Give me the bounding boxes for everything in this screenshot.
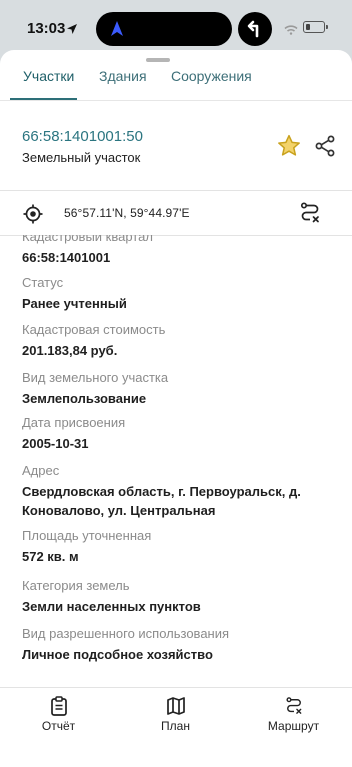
field-area: Площадь уточненная 572 кв. м [22,528,342,566]
status-time: 13:03 [27,20,66,37]
field-label: Категория земель [22,578,130,593]
tab-buildings[interactable]: Здания [99,68,147,84]
tab-active-indicator [10,98,77,100]
field-value: 66:58:1401001 [22,250,111,265]
cadastral-number[interactable]: 66:58:1401001:50 [22,128,143,145]
bottom-action-bar: Отчёт План Маршрут [0,687,352,767]
tab-parcels[interactable]: Участки [23,68,74,84]
field-permitted-use: Вид разрешенного использования Личное по… [22,626,342,664]
navigation-arrow-icon [110,20,124,43]
field-value: 572 кв. м [22,549,79,564]
favorite-star-icon[interactable] [276,133,302,164]
tab-bar: Участки Здания Сооружения [0,64,352,101]
field-land-category: Категория земель Земли населенных пункто… [22,578,342,616]
share-icon[interactable] [313,134,337,163]
field-label: Дата присвоения [22,415,126,430]
plan-button[interactable]: План [117,688,234,748]
field-label: Кадастровая стоимость [22,322,166,337]
field-label: Адрес [22,463,60,478]
tab-structures[interactable]: Сооружения [171,68,252,84]
map-icon [166,696,186,721]
field-label: Вид разрешенного использования [22,626,230,641]
parcel-type: Земельный участок [22,150,141,165]
wifi-icon [284,22,298,40]
report-button[interactable]: Отчёт [0,688,117,748]
parcel-sheet: Участки Здания Сооружения 66:58:1401001:… [0,50,352,767]
report-label: Отчёт [41,719,76,733]
coordinates-bar: 56°57.11'N, 59°44.97'E [0,190,352,236]
route-icon [284,696,304,721]
field-label: Площадь уточненная [22,528,152,543]
dynamic-island[interactable] [96,12,232,46]
parcel-header: 66:58:1401001:50 Земельный участок [0,101,352,189]
field-value: Земли населенных пунктов [22,599,201,614]
route-button[interactable]: Маршрут [235,688,352,748]
route-icon[interactable] [298,201,322,230]
field-label: Вид земельного участка [22,370,169,385]
field-label: Статус [22,275,64,290]
clipboard-icon [50,696,68,721]
field-value: Личное подсобное хозяйство [22,647,213,662]
status-bar: 13:03 [0,0,352,50]
field-value: 201.183,84 руб. [22,343,118,358]
field-cadastral-quarter: Кадастровый квартал 66:58:1401001 [22,235,342,267]
location-arrow-icon [66,22,78,40]
field-status: Статус Ранее учтенный [22,275,342,313]
crosshair-icon[interactable] [23,204,43,229]
battery-icon [303,21,328,33]
field-value: 2005-10-31 [22,436,89,451]
sheet-grabber[interactable] [146,58,170,62]
field-cadastral-value: Кадастровая стоимость 201.183,84 руб. [22,322,342,360]
field-assignment-date: Дата присвоения 2005-10-31 [22,415,342,453]
turn-left-icon[interactable] [238,12,272,46]
field-value: Ранее учтенный [22,296,127,311]
field-value: Землепользование [22,391,147,406]
plan-label: План [161,719,190,733]
coordinates-text[interactable]: 56°57.11'N, 59°44.97'E [64,206,190,220]
field-parcel-kind: Вид земельного участка Землепользование [22,370,342,408]
field-value: Свердловская область, г. Первоуральск, д… [22,484,301,518]
parcel-details[interactable]: Кадастровый квартал 66:58:1401001 Статус… [0,235,352,687]
route-label: Маршрут [267,719,320,733]
field-label: Кадастровый квартал [22,235,153,244]
field-address: Адрес Свердловская область, г. Первоурал… [22,463,342,520]
